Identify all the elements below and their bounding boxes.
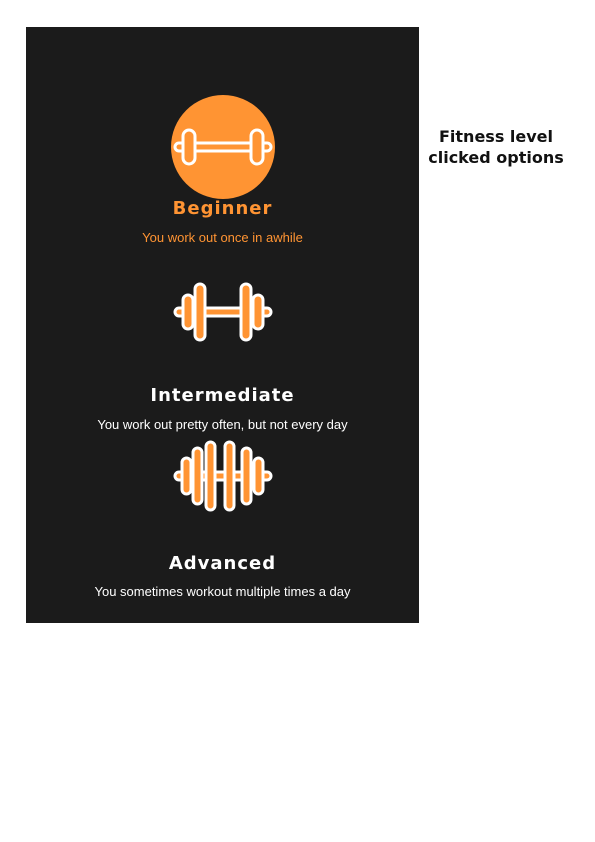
option-beginner[interactable]: Beginner You work out once in awhile (26, 95, 419, 255)
dumbbell-light-icon (170, 95, 275, 199)
side-annotation: Fitness level clicked options (428, 127, 564, 167)
dumbbell-heavy-icon (171, 439, 275, 513)
option-intermediate[interactable]: Intermediate You work out pretty often, … (26, 279, 419, 432)
option-description: You work out once in awhile (142, 230, 303, 245)
option-description: You sometimes workout multiple times a d… (94, 584, 351, 599)
fitness-level-screen: Beginner You work out once in awhile Int… (26, 27, 419, 623)
option-title: Beginner (172, 198, 273, 219)
option-title: Advanced (168, 553, 277, 574)
option-advanced[interactable]: Advanced You sometimes workout multiple … (26, 439, 419, 599)
option-description: You work out pretty often, but not every… (97, 417, 348, 432)
dumbbell-medium-icon (171, 279, 275, 345)
option-title: Intermediate (150, 385, 295, 406)
